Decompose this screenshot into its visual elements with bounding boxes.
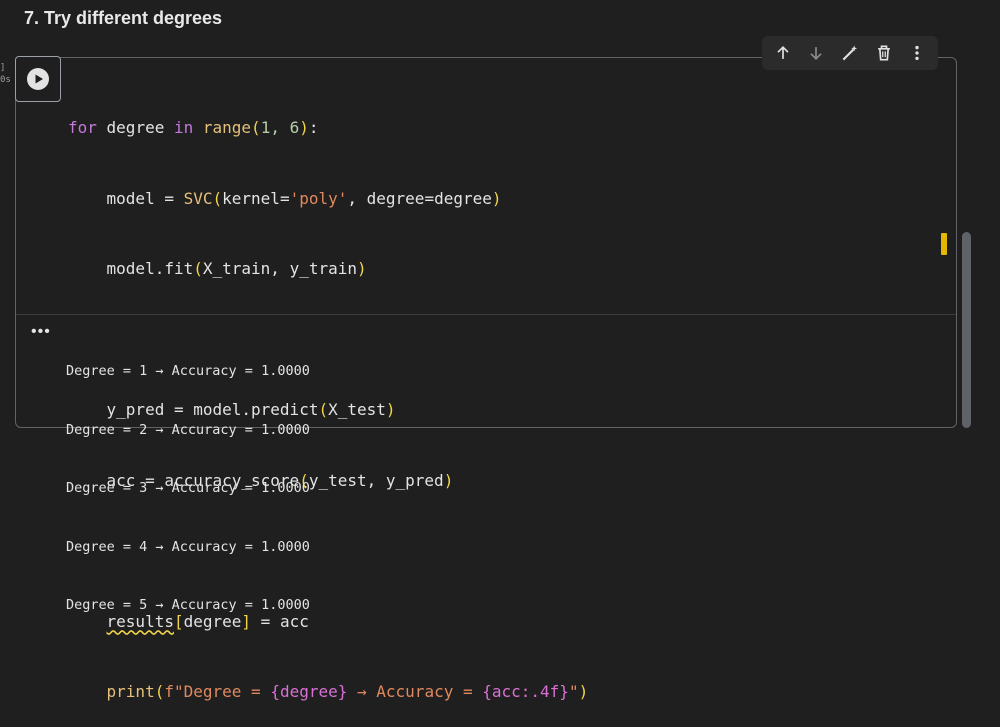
paren-close: ) [385, 400, 396, 419]
paren-close: ) [578, 682, 589, 701]
fstring-field: {degree} [270, 682, 348, 701]
magic-edit-icon [842, 45, 858, 61]
delete-cell-button[interactable] [871, 40, 897, 66]
play-icon [27, 68, 49, 90]
function-range: range [202, 118, 252, 137]
output-line: Degree = 2 → Accuracy = 1.0000 [66, 421, 310, 438]
code-token: kernel= [222, 188, 290, 208]
keyword-for: for [68, 118, 97, 137]
section-heading: 7. Try different degrees [24, 8, 223, 28]
paren-close: ) [299, 118, 309, 137]
string-literal: " [568, 682, 579, 701]
paren-open: ( [193, 259, 203, 278]
function-svc: SVC [183, 188, 213, 208]
run-cell-button[interactable] [15, 56, 61, 102]
code-line-2: model = SVC(kernel='poly', degree=degree… [68, 187, 588, 211]
move-up-button[interactable] [770, 40, 796, 66]
vertical-scrollbar[interactable] [962, 232, 971, 428]
code-token: , degree=degree [347, 188, 492, 208]
keyword-in: in [173, 118, 194, 137]
paren-close: ) [491, 188, 502, 208]
string-literal: f"Degree = [164, 682, 271, 701]
paren-close: ) [443, 470, 454, 490]
code-token: degree [96, 118, 174, 137]
code-token: y_test, y_pred [308, 470, 444, 490]
code-token: : [308, 118, 319, 137]
cell-toolbar [762, 36, 938, 70]
output-line: Degree = 4 → Accuracy = 1.0000 [66, 538, 310, 555]
code-token: X_test [328, 400, 386, 419]
string-literal: 'poly' [289, 188, 348, 208]
code-line-3: model.fit(X_train, y_train) [68, 257, 588, 281]
trash-icon [877, 45, 890, 61]
cell-output: Degree = 1 → Accuracy = 1.0000 Degree = … [66, 323, 310, 635]
scroll-marker [941, 233, 947, 255]
paren-close: ) [357, 259, 367, 278]
code-token: model.fit [106, 259, 194, 278]
execution-time: 0s [0, 75, 11, 85]
output-line: Degree = 3 → Accuracy = 1.0000 [66, 480, 310, 496]
output-actions-button[interactable]: ••• [31, 323, 51, 341]
code-line-9: print(f"Degree = {degree} → Accuracy = {… [68, 680, 589, 704]
paren-open: ( [154, 682, 165, 701]
move-down-button[interactable] [803, 40, 829, 66]
output-divider [16, 314, 956, 315]
paren-open: ( [251, 118, 261, 137]
more-vert-icon [915, 45, 919, 61]
arrow-up-icon [777, 45, 789, 59]
output-line: Degree = 1 → Accuracy = 1.0000 [66, 363, 310, 379]
code-token: X_train, y_train [202, 259, 357, 278]
magic-edit-button[interactable] [837, 40, 863, 66]
fstring-field: {acc:.4f} [482, 682, 569, 701]
function-print: print [106, 682, 155, 701]
execution-gutter: ] 0s [0, 62, 12, 86]
arrow-down-icon [810, 47, 822, 61]
string-literal: → Accuracy = [347, 682, 483, 701]
paren-open: ( [212, 188, 223, 208]
code-line-1: for degree in range(1, 6): [68, 116, 588, 140]
code-token: model = [106, 188, 184, 208]
execution-bracket: ] [0, 63, 6, 73]
range-args: 1, 6 [260, 118, 300, 137]
paren-open: ( [318, 400, 329, 419]
output-line: Degree = 5 → Accuracy = 1.0000 [66, 597, 310, 613]
more-options-button[interactable] [904, 40, 930, 66]
